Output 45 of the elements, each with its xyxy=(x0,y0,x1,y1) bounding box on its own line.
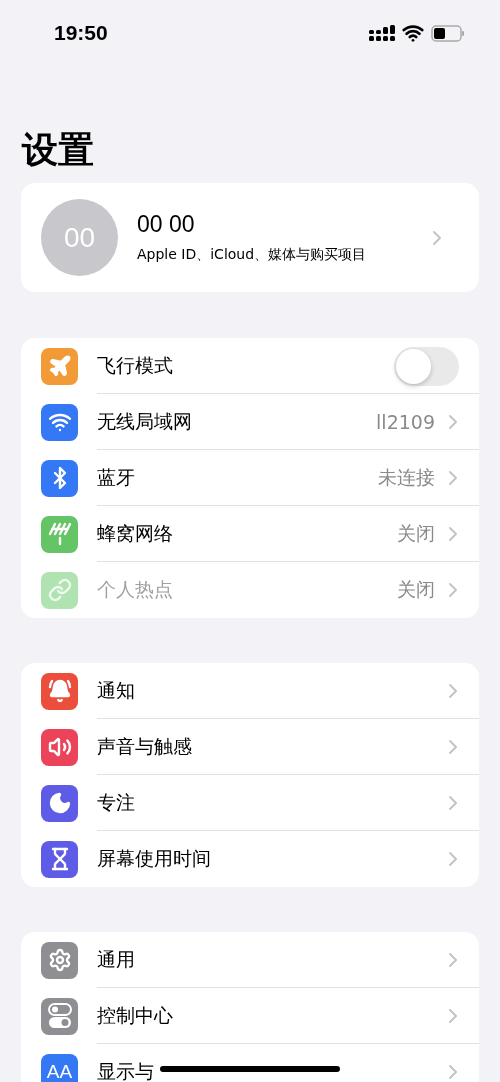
row-label: 蜂窝网络 xyxy=(97,521,173,546)
profile-name: 00 00 xyxy=(137,211,196,238)
row-label: 蓝牙 xyxy=(97,465,135,490)
profile-card[interactable]: 00 00 00 Apple ID、iCloud、媒体与购买项目 xyxy=(21,183,479,292)
row-label: 专注 xyxy=(97,790,135,815)
row-value: ll2109 xyxy=(376,411,435,433)
settings-row[interactable]: 蓝牙 未连接 xyxy=(21,450,479,506)
settings-row[interactable]: 通知 xyxy=(21,663,479,719)
link-icon xyxy=(47,578,72,602)
settings-row[interactable]: 蜂窝网络 关闭 xyxy=(21,506,479,562)
profile-subtitle: Apple ID、iCloud、媒体与购买项目 xyxy=(137,246,368,264)
settings-row[interactable]: 专注 xyxy=(21,775,479,831)
antenna-icon xyxy=(47,522,72,546)
settings-row[interactable]: 通用 xyxy=(21,932,479,988)
row-label: 通知 xyxy=(97,678,135,703)
row-label: 个人热点 xyxy=(97,577,173,602)
row-label: 显示与 xyxy=(97,1059,154,1082)
row-label: 飞行模式 xyxy=(97,353,173,378)
row-label: 控制中心 xyxy=(97,1003,173,1028)
settings-row[interactable]: 屏幕使用时间 xyxy=(21,831,479,887)
airplane-icon xyxy=(47,354,72,378)
row-label: 无线局域网 xyxy=(97,409,192,434)
battery-icon xyxy=(431,24,465,42)
row-value: 关闭 xyxy=(397,577,435,602)
text-size-icon: AA xyxy=(41,1053,78,1082)
toggle-switch[interactable] xyxy=(394,346,459,386)
row-label: 通用 xyxy=(97,947,135,972)
settings-row[interactable]: 飞行模式 xyxy=(21,338,479,394)
moon-icon xyxy=(47,791,72,815)
speaker-icon xyxy=(47,735,72,759)
bell-icon xyxy=(47,679,72,703)
page-title: 设置 xyxy=(22,128,95,172)
settings-row[interactable]: 声音与触感 xyxy=(21,719,479,775)
row-label: 屏幕使用时间 xyxy=(97,846,211,871)
switches-icon xyxy=(47,1003,72,1029)
avatar: 00 xyxy=(41,199,118,276)
row-value: 未连接 xyxy=(378,465,435,490)
settings-row[interactable]: 控制中心 xyxy=(21,988,479,1044)
settings-row[interactable]: 无线局域网 ll2109 xyxy=(21,394,479,450)
row-label: 声音与触感 xyxy=(97,734,192,759)
wifi-status-icon xyxy=(402,22,424,44)
signal-icon xyxy=(369,24,395,42)
status-time: 19:50 xyxy=(54,21,108,45)
row-value: 关闭 xyxy=(397,521,435,546)
settings-icon xyxy=(47,948,72,972)
